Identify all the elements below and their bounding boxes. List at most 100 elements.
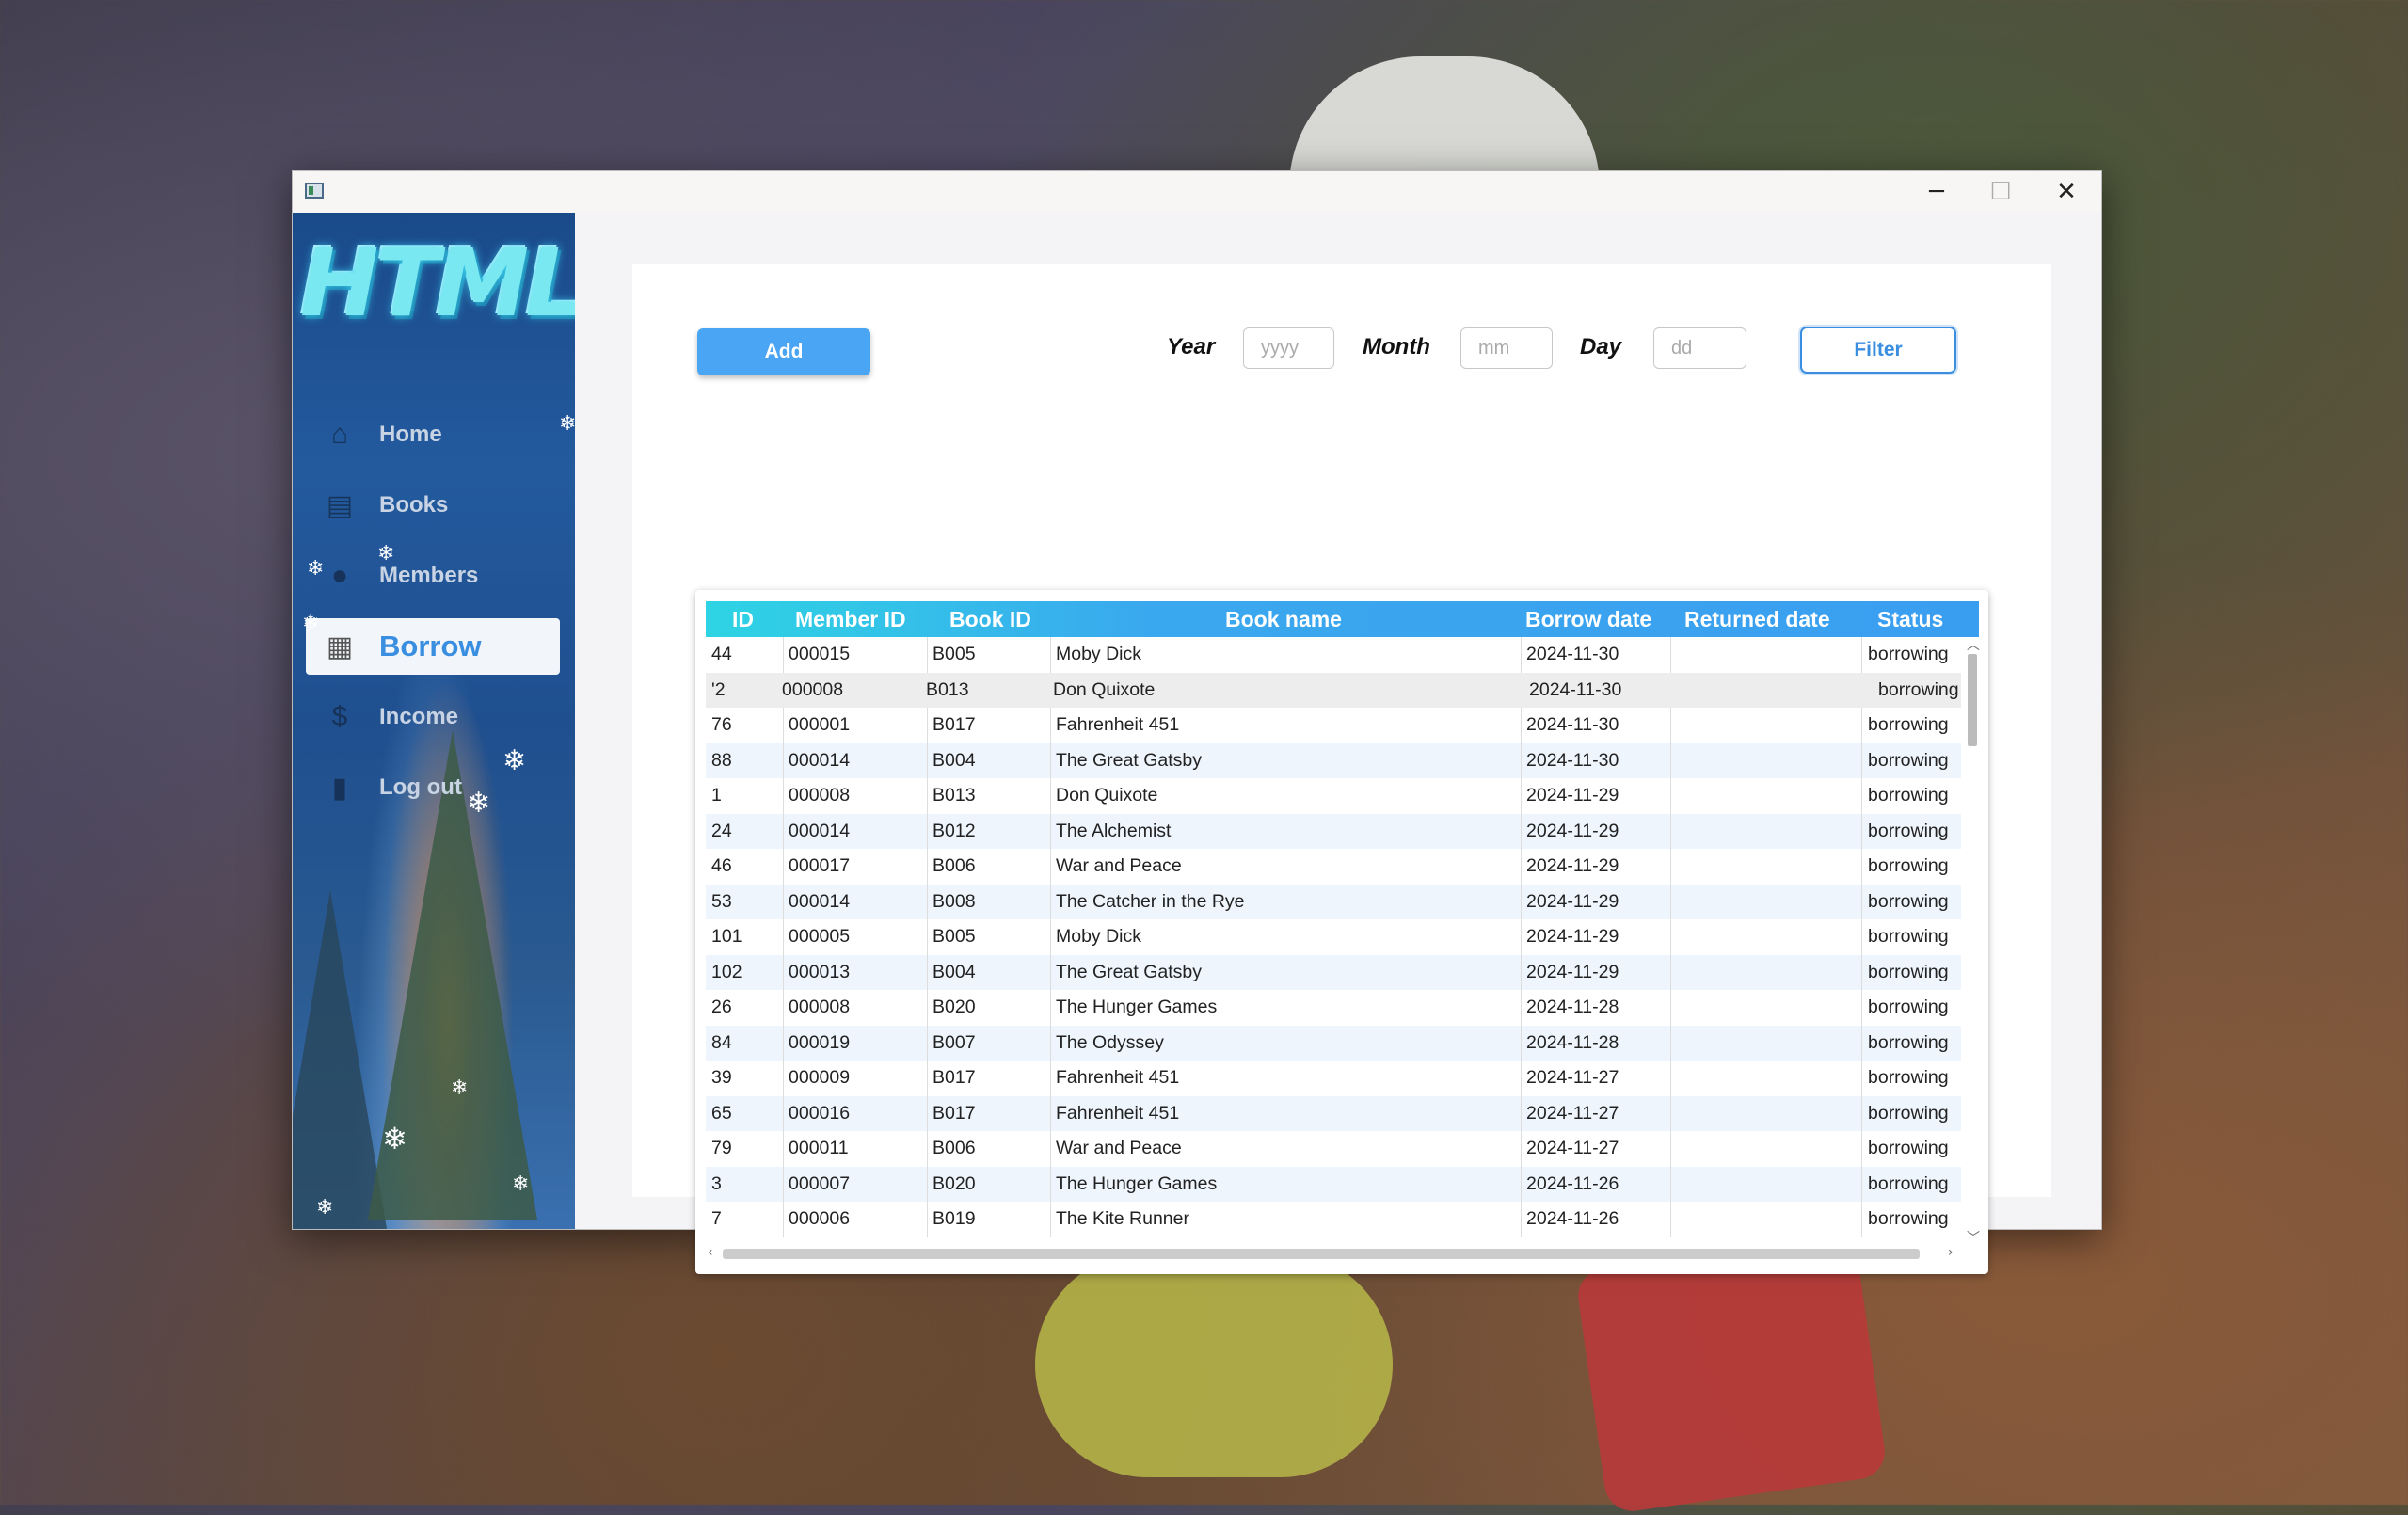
table-row[interactable]: 102 000013 B004 The Great Gatsby 2024-11-29 b… — [706, 954, 1961, 990]
table-header: ID Member ID Book ID Book name Borrow da… — [706, 601, 1979, 637]
close-button[interactable]: ✕ — [2034, 171, 2098, 213]
sidebar-item-books[interactable]: ▤ Books — [306, 477, 560, 534]
table-cell: B006 — [933, 855, 976, 876]
table-row[interactable]: 79 000011 B006 War and Peace 2024-11-27 borro… — [706, 1131, 1961, 1167]
vertical-scrollbar[interactable]: ︿ ﹀ — [1964, 635, 1980, 1247]
table-row[interactable]: 88 000014 B004 The Great Gatsby 2024-11-30 bo… — [706, 742, 1961, 778]
table-cell: 1 — [711, 785, 722, 805]
table-cell: B013 — [926, 678, 969, 700]
scroll-down-icon[interactable]: ﹀ — [1967, 1228, 1980, 1247]
column-divider — [1521, 1166, 1522, 1202]
maximize-button[interactable]: ☐ — [1969, 171, 2033, 213]
table-cell: 46 — [711, 855, 732, 876]
table-cell: borrowing — [1868, 820, 1949, 841]
column-header-member-id[interactable]: Member ID — [795, 601, 906, 637]
table-row[interactable]: 76 000001 B017 Fahrenheit 451 2024-11-30 borr… — [706, 708, 1961, 743]
table-row[interactable]: 84 000019 B007 The Odyssey 2024-11-28 borrowi… — [706, 1025, 1961, 1060]
snowflake-icon: ❄ — [451, 1076, 469, 1100]
add-button[interactable]: Add — [697, 328, 870, 375]
horizontal-scrollbar[interactable]: ‹ › — [706, 1245, 1961, 1262]
horizontal-scroll-thumb[interactable] — [723, 1249, 1920, 1259]
scroll-right-icon[interactable]: › — [1948, 1245, 1954, 1260]
column-header-status[interactable]: Status — [1877, 601, 1943, 637]
column-divider — [783, 1166, 784, 1202]
snowflake-icon: ❄ — [302, 612, 320, 635]
table-row[interactable]: '2 000008 B013 Don Quixote 2024-11-30 borrowi… — [706, 672, 1961, 708]
vertical-scroll-thumb[interactable] — [1968, 654, 1977, 746]
table-cell: 000011 — [789, 1138, 849, 1158]
table-row[interactable]: 1 000008 B013 Don Quixote 2024-11-29 borrowin… — [706, 778, 1961, 814]
table-cell: The Great Gatsby — [1056, 961, 1202, 982]
column-divider — [927, 813, 928, 849]
column-divider — [1521, 849, 1522, 885]
day-input[interactable]: dd — [1653, 327, 1746, 369]
books-icon: ▤ — [326, 489, 354, 521]
snowflake-icon: ❄ — [502, 744, 527, 777]
column-header-borrow-date[interactable]: Borrow date — [1525, 601, 1651, 637]
sidebar-item-label: Home — [379, 422, 442, 447]
app-window: ─ ☐ ✕ HTML ⌂ Home ▤ Books ● Members ▦ Bo… — [292, 170, 2102, 1274]
column-divider — [1670, 990, 1671, 1026]
table-body: 44 000015 B005 Moby Dick 2024-11-30 borrowing… — [706, 637, 1961, 1245]
column-divider — [1521, 990, 1522, 1026]
month-input[interactable]: mm — [1460, 327, 1553, 369]
table-cell: B012 — [933, 820, 976, 841]
logout-icon: ▮ — [331, 772, 348, 804]
column-divider — [927, 990, 928, 1026]
column-divider — [783, 954, 784, 990]
table-row[interactable]: 101 000005 B005 Moby Dick 2024-11-29 borrowin… — [706, 919, 1961, 955]
table-cell: B017 — [933, 714, 976, 735]
table-cell: Fahrenheit 451 — [1056, 1067, 1180, 1088]
table-row[interactable]: 3 000007 B020 The Hunger Games 2024-11-26 bor… — [706, 1166, 1961, 1202]
table-cell: borrowing — [1868, 855, 1949, 876]
table-cell: War and Peace — [1056, 855, 1182, 876]
scroll-left-icon[interactable]: ‹ — [708, 1245, 713, 1260]
column-divider — [1050, 1025, 1051, 1060]
table-row[interactable]: 53 000014 B008 The Catcher in the Rye 2024-1… — [706, 884, 1961, 919]
sidebar-item-members[interactable]: ● Members — [306, 548, 560, 604]
table-row[interactable]: 7 000006 B019 The Kite Runner 2024-11-26 borr… — [706, 1202, 1961, 1237]
column-divider — [783, 1060, 784, 1096]
table-cell: B005 — [933, 644, 976, 664]
table-cell: borrowing — [1868, 714, 1949, 735]
sidebar-item-label: Members — [379, 563, 479, 588]
table-cell: 76 — [711, 714, 732, 735]
column-divider — [927, 849, 928, 885]
filter-button[interactable]: Filter — [1800, 327, 1956, 374]
sidebar-item-home[interactable]: ⌂ Home — [306, 407, 560, 463]
table-cell: borrowing — [1868, 997, 1949, 1017]
column-header-returned-date[interactable]: Returned date — [1684, 601, 1830, 637]
year-input[interactable]: yyyy — [1243, 327, 1334, 369]
column-divider — [927, 1025, 928, 1060]
sidebar-item-borrow[interactable]: ▦ Borrow — [306, 618, 560, 675]
column-divider — [1861, 637, 1862, 673]
table-row[interactable]: 39 000009 B017 Fahrenheit 451 2024-11-27 borr… — [706, 1060, 1961, 1096]
app-icon — [305, 183, 324, 199]
title-bar[interactable]: ─ ☐ ✕ — [293, 171, 2101, 213]
table-cell: 24 — [711, 820, 732, 841]
table-cell: 2024-11-27 — [1526, 1138, 1619, 1158]
column-divider — [1861, 919, 1862, 955]
column-header-book-id[interactable]: Book ID — [949, 601, 1031, 637]
table-cell: '2 — [711, 678, 726, 700]
minimize-button[interactable]: ─ — [1905, 171, 1969, 213]
column-header-book-name[interactable]: Book name — [1225, 601, 1342, 637]
table-cell: 2024-11-30 — [1529, 678, 1622, 700]
column-divider — [1050, 1060, 1051, 1096]
table-row[interactable]: 46 000017 B006 War and Peace 2024-11-29 borro… — [706, 849, 1961, 885]
column-divider — [1521, 1131, 1522, 1167]
table-row[interactable]: 44 000015 B005 Moby Dick 2024-11-30 borrowing — [706, 637, 1961, 673]
column-divider — [783, 1202, 784, 1237]
column-divider — [1861, 778, 1862, 814]
table-cell: 2024-11-26 — [1526, 1172, 1619, 1194]
column-header-id[interactable]: ID — [732, 601, 754, 637]
table-row[interactable]: 24 000014 B012 The Alchemist 2024-11-29 borro… — [706, 813, 1961, 849]
table-row[interactable]: 26 000008 B020 The Hunger Games 2024-11-28 bo… — [706, 990, 1961, 1026]
scroll-up-icon[interactable]: ︿ — [1967, 635, 1980, 654]
sidebar-item-income[interactable]: $ Income — [306, 689, 560, 745]
table-cell: 53 — [711, 890, 732, 912]
table-cell: B007 — [933, 1031, 976, 1053]
table-row[interactable]: 65 000016 B017 Fahrenheit 451 2024-11-27 borr… — [706, 1095, 1961, 1131]
table-cell: B019 — [933, 1208, 976, 1229]
table-cell: borrowing — [1868, 749, 1949, 771]
